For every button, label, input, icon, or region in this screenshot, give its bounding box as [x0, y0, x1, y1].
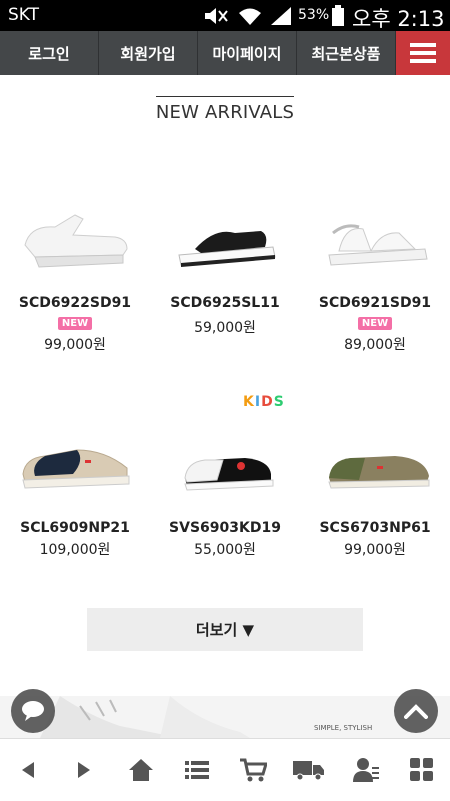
white-strap-sandal-icon — [328, 224, 428, 266]
product-card[interactable]: SCD6925SL11 59,000원 — [150, 185, 300, 337]
white-wedge-sandal-icon — [24, 214, 128, 268]
navy-beige-sneaker-icon — [22, 449, 130, 489]
new-badge: NEW — [57, 317, 93, 330]
carrier-name: SKT — [8, 5, 40, 25]
product-image[interactable] — [0, 185, 150, 295]
home-button[interactable] — [119, 748, 163, 792]
product-code[interactable]: SVS6903KD19 — [150, 520, 300, 536]
product-image[interactable] — [300, 185, 450, 295]
product-image[interactable] — [150, 185, 300, 295]
signal-icon — [271, 7, 291, 25]
nav-mypage[interactable]: 마이페이지 — [198, 31, 297, 75]
product-code[interactable]: SCS6703NP61 — [300, 520, 450, 536]
product-card[interactable]: SCS6703NP61 99,000원 — [300, 410, 450, 559]
nav-signup[interactable]: 회원가입 — [99, 31, 198, 75]
black-slide-sandal-icon — [178, 231, 276, 267]
product-price: 89,000원 — [344, 337, 406, 353]
category-button[interactable] — [175, 748, 219, 792]
product-price: 55,000원 — [194, 542, 256, 558]
product-card[interactable]: SCD6922SD91 NEW 99,000원 — [0, 185, 150, 354]
kids-tag: KIDS — [243, 394, 285, 410]
nav-login[interactable]: 로그인 — [0, 31, 99, 75]
cart-icon — [240, 758, 268, 782]
mute-icon — [205, 8, 228, 24]
product-card[interactable]: SVS6903KD19 55,000원 — [150, 410, 300, 559]
product-price: 99,000원 — [44, 337, 106, 353]
mypage-button[interactable] — [344, 748, 388, 792]
product-image[interactable] — [300, 410, 450, 520]
product-image[interactable] — [150, 410, 300, 520]
section-title: NEW ARRIVALS — [155, 102, 295, 123]
product-code[interactable]: SCD6921SD91 — [300, 295, 450, 311]
product-code[interactable]: SCL6909NP21 — [0, 520, 150, 536]
product-code[interactable]: SCD6922SD91 — [0, 295, 150, 311]
battery-percent: 53% — [298, 7, 330, 23]
menu-button[interactable] — [396, 31, 450, 75]
product-image[interactable] — [0, 410, 150, 520]
back-arrow-icon — [22, 762, 35, 778]
product-card[interactable]: SCD6921SD91 NEW 89,000원 — [300, 185, 450, 354]
battery-icon — [332, 5, 344, 26]
new-badge: NEW — [357, 317, 393, 330]
home-icon — [128, 759, 153, 781]
product-card[interactable]: SCL6909NP21 109,000원 — [0, 410, 150, 559]
product-price: 59,000원 — [194, 320, 256, 336]
banner-caption: SIMPLE, STYLISH — [314, 724, 373, 732]
kids-letter: D — [261, 394, 274, 410]
nav-recent-viewed[interactable]: 최근본상품 — [297, 31, 396, 75]
back-button[interactable] — [6, 748, 50, 792]
more-button[interactable]: 더보기 ▼ — [87, 608, 363, 651]
delivery-truck-icon — [293, 761, 325, 781]
chat-button[interactable] — [11, 689, 55, 733]
scroll-top-button[interactable] — [394, 689, 438, 733]
cart-button[interactable] — [231, 748, 275, 792]
grid-icon — [409, 758, 433, 781]
bottom-toolbar — [0, 738, 450, 801]
kids-letter: K — [243, 394, 255, 410]
chevron-up-icon — [404, 704, 428, 719]
banner-shoe-image — [40, 696, 250, 738]
hamburger-icon — [410, 43, 436, 63]
wifi-icon — [239, 8, 261, 25]
black-white-slipon-icon — [184, 458, 274, 491]
top-nav: 로그인 회원가입 마이페이지 최근본상품 — [0, 31, 450, 75]
kids-letter: S — [273, 394, 285, 410]
title-rule — [156, 96, 294, 97]
user-icon — [352, 758, 379, 782]
olive-slipon-icon — [328, 456, 430, 489]
forward-button[interactable] — [62, 748, 106, 792]
promo-banner[interactable]: SIMPLE, STYLISH — [0, 696, 450, 738]
list-icon — [184, 761, 209, 779]
forward-arrow-icon — [78, 762, 91, 778]
chat-icon — [22, 701, 44, 721]
clock: 오후 2:13 — [352, 7, 445, 31]
more-menu-button[interactable] — [400, 748, 444, 792]
product-code[interactable]: SCD6925SL11 — [150, 295, 300, 311]
product-price: 99,000원 — [344, 542, 406, 558]
status-bar: SKT 53% 오후 2:13 — [0, 0, 450, 31]
product-price: 109,000원 — [39, 542, 111, 558]
delivery-button[interactable] — [287, 748, 331, 792]
